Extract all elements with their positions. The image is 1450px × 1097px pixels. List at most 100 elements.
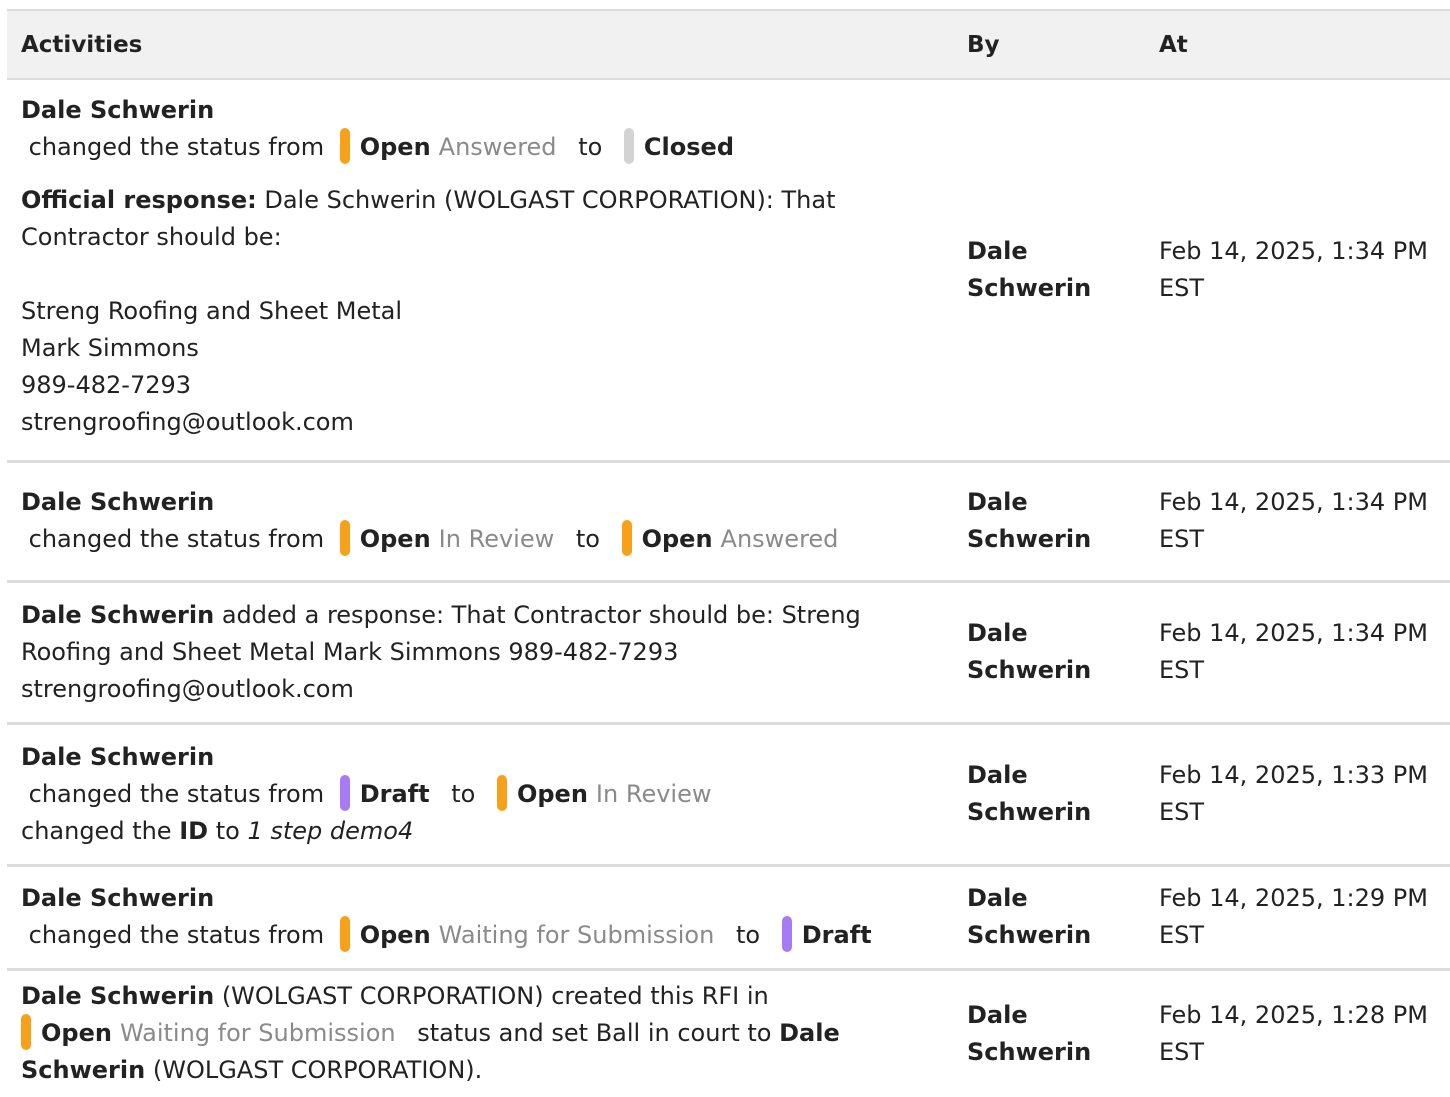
table-row: Dale Schwerin changed the status from Op… bbox=[7, 461, 1450, 583]
id-change-prefix: changed the bbox=[21, 816, 172, 845]
by-cell: Dale Schwerin bbox=[953, 969, 1145, 1097]
status-badge-to: Draft bbox=[774, 916, 872, 954]
activity-cell: Dale Schwerin added a response: That Con… bbox=[7, 581, 953, 725]
timestamp: Feb 14, 2025, 1:29 PM EST bbox=[1159, 880, 1436, 954]
creator-org-text: (WOLGAST CORPORATION) created this RFI i… bbox=[221, 982, 769, 1011]
activity-cell: Dale Schwerin changed the status from Op… bbox=[7, 865, 953, 971]
timestamp-date: Feb 14, 2025, 1:28 PM bbox=[1159, 1000, 1428, 1029]
changed-text: changed the status from bbox=[28, 779, 325, 808]
status-sublabel: Answered bbox=[720, 525, 839, 553]
at-cell: Feb 14, 2025, 1:34 PM EST bbox=[1145, 581, 1450, 725]
status-change-line: changed the status from Open Answered to … bbox=[21, 128, 939, 166]
by-user: Dale Schwerin bbox=[967, 488, 1092, 553]
status-color-bar bbox=[621, 520, 632, 556]
changed-text: changed the status from bbox=[28, 921, 325, 949]
id-change-line: changed the ID to 1 step demo4 bbox=[21, 813, 939, 850]
id-field-label: ID bbox=[179, 816, 209, 845]
official-response: Official response: Dale Schwerin (WOLGAS… bbox=[21, 182, 939, 441]
timestamp-date: Feb 14, 2025, 1:34 PM bbox=[1159, 488, 1428, 516]
response-line: strengroofing@outlook.com bbox=[21, 408, 354, 436]
to-text: to bbox=[575, 525, 600, 553]
column-header-by: By bbox=[953, 9, 1145, 80]
activity-table: Activities By At Dale Schwerin changed t… bbox=[7, 9, 1450, 1097]
response-added-text: Dale Schwerin added a response: That Con… bbox=[21, 597, 901, 708]
timestamp-tz: EST bbox=[1159, 1037, 1205, 1066]
timestamp-tz: EST bbox=[1159, 525, 1205, 553]
status-label: Draft bbox=[801, 921, 872, 949]
changed-text: changed the status from bbox=[28, 525, 325, 553]
column-header-at: At bbox=[1145, 9, 1450, 80]
status-color-bar bbox=[339, 774, 350, 811]
by-user: Dale Schwerin bbox=[967, 1000, 1092, 1066]
status-color-bar bbox=[339, 128, 350, 164]
activity-cell: Dale Schwerin changed the status from Op… bbox=[7, 461, 953, 583]
timestamp: Feb 14, 2025, 1:34 PM EST bbox=[1159, 233, 1436, 307]
status-label: Open bbox=[359, 525, 431, 553]
table-row: Dale Schwerin changed the status from Op… bbox=[7, 79, 1450, 463]
status-badge-from: Open In Review bbox=[332, 520, 555, 558]
at-cell: Feb 14, 2025, 1:34 PM EST bbox=[1145, 461, 1450, 583]
status-sublabel: Answered bbox=[438, 133, 557, 161]
timestamp-tz: EST bbox=[1159, 921, 1205, 949]
status-color-bar bbox=[339, 916, 350, 952]
to-text: to bbox=[578, 133, 603, 161]
status-sublabel: In Review bbox=[595, 779, 712, 808]
status-badge: Open Waiting for Submission bbox=[21, 1014, 396, 1052]
table-row: Dale Schwerin changed the status from Dr… bbox=[7, 723, 1450, 867]
id-value: 1 step demo4 bbox=[247, 816, 414, 845]
status-label: Open bbox=[516, 779, 588, 808]
table-row: Dale Schwerin added a response: That Con… bbox=[7, 581, 1450, 725]
at-cell: Feb 14, 2025, 1:34 PM EST bbox=[1145, 79, 1450, 463]
status-label: Draft bbox=[359, 779, 430, 808]
status-label: Open bbox=[359, 133, 431, 161]
table-row: Dale Schwerin changed the status from Op… bbox=[7, 865, 1450, 971]
timestamp: Feb 14, 2025, 1:34 PM EST bbox=[1159, 615, 1436, 689]
status-badge-to: Open In Review bbox=[489, 774, 712, 813]
status-badge-to: Open Answered bbox=[614, 520, 839, 558]
status-sublabel: Waiting for Submission bbox=[438, 921, 715, 949]
status-change-line: changed the status from Open In Review to… bbox=[21, 520, 939, 558]
status-sublabel: Waiting for Submission bbox=[119, 1019, 396, 1048]
activity-actor: Dale Schwerin bbox=[21, 600, 215, 629]
status-change-line: changed the status from Draft to Open In … bbox=[21, 774, 939, 813]
status-color-bar bbox=[781, 916, 792, 952]
status-badge-from: Open Answered bbox=[332, 128, 557, 166]
by-user: Dale Schwerin bbox=[967, 236, 1092, 302]
id-change-to: to bbox=[215, 816, 240, 845]
timestamp-tz: EST bbox=[1159, 273, 1205, 302]
ball-in-court-text: status and set Ball in court to bbox=[417, 1019, 772, 1048]
response-line: Mark Simmons bbox=[21, 334, 199, 362]
to-text: to bbox=[735, 921, 761, 949]
timestamp: Feb 14, 2025, 1:33 PM EST bbox=[1159, 757, 1436, 831]
by-cell: Dale Schwerin bbox=[953, 581, 1145, 725]
status-label: Open bbox=[359, 921, 431, 949]
status-badge-to: Closed bbox=[616, 128, 734, 166]
status-label: Closed bbox=[643, 133, 734, 161]
response-line: Streng Roofing and Sheet Metal bbox=[21, 297, 403, 325]
rfi-created-text: Dale Schwerin (WOLGAST CORPORATION) crea… bbox=[21, 978, 901, 1089]
column-header-activities: Activities bbox=[7, 9, 953, 80]
status-label: Open bbox=[41, 1019, 112, 1048]
status-badge-from: Draft bbox=[332, 774, 430, 813]
by-user: Dale Schwerin bbox=[967, 619, 1092, 684]
by-cell: Dale Schwerin bbox=[953, 723, 1145, 867]
activity-actor: Dale Schwerin bbox=[21, 96, 215, 124]
timestamp-date: Feb 14, 2025, 1:34 PM bbox=[1159, 619, 1428, 647]
activity-cell: Dale Schwerin changed the status from Dr… bbox=[7, 723, 953, 867]
official-response-label: Official response: bbox=[21, 186, 257, 214]
timestamp-tz: EST bbox=[1159, 656, 1205, 684]
status-color-bar bbox=[623, 128, 634, 164]
status-sublabel: In Review bbox=[438, 525, 555, 553]
by-user: Dale Schwerin bbox=[967, 761, 1092, 826]
timestamp-date: Feb 14, 2025, 1:33 PM bbox=[1159, 761, 1428, 789]
status-color-bar bbox=[496, 774, 507, 811]
status-label: Open bbox=[641, 525, 713, 553]
activity-cell: Dale Schwerin changed the status from Op… bbox=[7, 79, 953, 463]
timestamp: Feb 14, 2025, 1:34 PM EST bbox=[1159, 484, 1436, 558]
timestamp-date: Feb 14, 2025, 1:29 PM bbox=[1159, 884, 1428, 912]
timestamp-date: Feb 14, 2025, 1:34 PM bbox=[1159, 236, 1428, 265]
rfi-activity-panel: Activities By At Dale Schwerin changed t… bbox=[0, 0, 1450, 1085]
activity-cell: Dale Schwerin (WOLGAST CORPORATION) crea… bbox=[7, 969, 953, 1097]
activity-actor: Dale Schwerin bbox=[21, 742, 215, 771]
response-line: 989-482-7293 bbox=[21, 371, 192, 399]
